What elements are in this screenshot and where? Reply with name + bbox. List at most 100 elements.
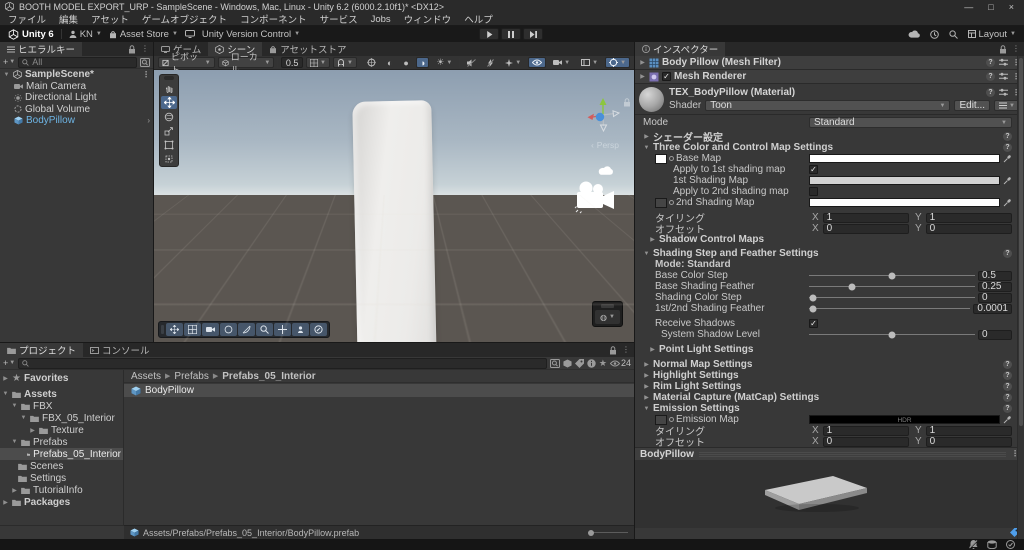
scrollbar-thumb[interactable] [1019, 58, 1023, 426]
step-button[interactable] [523, 28, 543, 40]
eyedropper-icon[interactable] [1003, 176, 1012, 185]
hidden-count[interactable]: 24 [609, 358, 631, 368]
system-shadow-level-field[interactable]: 0 [978, 329, 1012, 340]
menu-jobs[interactable]: Jobs [371, 14, 391, 25]
kebab-menu-icon[interactable]: ⋮ [622, 346, 630, 354]
hierarchy-item-directional-light[interactable]: Directional Light [0, 92, 153, 104]
zoom-overlay-button[interactable] [256, 323, 273, 336]
info-icon[interactable] [587, 358, 596, 368]
tree-prefabs05-interior[interactable]: Prefabs_05_Interior [0, 448, 123, 460]
emission-tiling-x-field[interactable]: 1 [822, 425, 909, 436]
base-shading-feather-field[interactable]: 0.25 [978, 281, 1012, 292]
perspective-label[interactable]: ‹ Persp [591, 140, 619, 150]
base-color-step-field[interactable]: 0.5 [978, 270, 1012, 281]
view-tool-button[interactable] [161, 82, 177, 95]
search-by-type-icon[interactable] [140, 57, 150, 67]
tree-tutorialinfo[interactable]: ▶ TutorialInfo [0, 484, 123, 496]
presets-icon[interactable] [999, 72, 1008, 81]
shader-edit-button[interactable]: Edit... [954, 100, 991, 111]
menu-edit[interactable]: 編集 [59, 12, 78, 26]
crumb-current[interactable]: Prefabs_05_Interior [222, 371, 315, 382]
layout-dropdown[interactable]: Layout ▼ [967, 29, 1016, 40]
scene-light-dropdown[interactable]: ☀ ▼ [432, 57, 456, 68]
offset-y-field[interactable]: 0 [925, 223, 1012, 234]
gizmos-dropdown[interactable]: ▼ [605, 57, 631, 68]
1st-2nd-shading-feather-field[interactable]: 0.0001 [973, 303, 1012, 314]
object-picker-icon[interactable] [669, 200, 674, 205]
version-control-dropdown[interactable]: Unity Version Control ▼ [202, 29, 300, 40]
favorites-star-icon[interactable]: ★ [599, 358, 607, 369]
mode-dropdown[interactable]: Standard ▼ [809, 117, 1012, 128]
account-dropdown[interactable]: KN ▼ [69, 29, 102, 40]
emission-color-field[interactable]: HDR [809, 415, 1000, 424]
base-shading-feather-slider[interactable] [809, 282, 975, 292]
help-icon[interactable]: ? [1003, 371, 1012, 380]
lighting-overlay-button[interactable] [238, 323, 255, 336]
overlay-grip[interactable] [161, 325, 164, 334]
lighting-toggle-icon[interactable]: ● [399, 57, 412, 68]
rotate-overlay-button[interactable] [220, 323, 237, 336]
2nd-shading-color-field[interactable] [809, 198, 1000, 207]
progress-ok-icon[interactable] [1006, 540, 1015, 549]
rendering-debug-icon[interactable]: ◑ [415, 57, 430, 68]
overlay-grip[interactable] [601, 304, 614, 308]
pivot-dropdown[interactable]: ピボット▼ [158, 52, 215, 75]
settings-overlay-button[interactable] [292, 323, 309, 336]
kebab-menu-icon[interactable]: ⋮ [141, 45, 149, 53]
scene-kebab-icon[interactable]: ⋮ [142, 70, 150, 79]
crumb-prefabs[interactable]: Prefabs [174, 371, 208, 382]
help-icon[interactable]: ? [1003, 360, 1012, 369]
eyedropper-icon[interactable] [1003, 415, 1012, 424]
snap-increment-dropdown[interactable]: ▼ [333, 57, 357, 68]
menu-file[interactable]: ファイル [8, 12, 46, 26]
preview-header[interactable]: BodyPillow ⋮ [635, 447, 1024, 460]
tree-assets[interactable]: ▼ Assets [0, 388, 123, 400]
1st-2nd-shading-feather-slider[interactable] [809, 304, 971, 314]
view-lock-icon[interactable] [623, 98, 631, 107]
hierarchy-item-main-camera[interactable]: Main Camera [0, 81, 153, 93]
add-object-button[interactable]: + ▼ [3, 57, 15, 67]
tree-scenes[interactable]: Scenes [0, 460, 123, 472]
help-icon[interactable]: ? [1003, 382, 1012, 391]
rect-tool-button[interactable] [161, 138, 177, 151]
tree-texture[interactable]: ▶ Texture [0, 424, 123, 436]
mesh-renderer-header[interactable]: ▶ ✓ Mesh Renderer ? ⋮ [635, 70, 1024, 84]
create-asset-button[interactable]: + ▼ [3, 358, 15, 368]
asset-store-dropdown[interactable]: Asset Store ▼ [109, 29, 178, 40]
component-tools-dropdown[interactable]: ▼ [577, 57, 602, 68]
pan-overlay-button[interactable] [274, 323, 291, 336]
cloud-icon[interactable] [908, 30, 920, 38]
search-in-assets-icon[interactable] [549, 358, 560, 368]
shaded-mode-icon[interactable]: ◐ [383, 57, 396, 68]
notifications-muted-icon[interactable] [969, 540, 978, 549]
receive-shadows-checkbox[interactable]: ✓ [809, 319, 818, 328]
section-three-color[interactable]: ▼ Three Color and Control Map Settings? [635, 142, 1024, 153]
help-icon[interactable]: ? [986, 72, 995, 81]
menu-help[interactable]: ヘルプ [464, 12, 493, 26]
search-label-icon[interactable] [574, 358, 584, 368]
tab-project[interactable]: プロジェクト [0, 343, 84, 357]
audio-mute-icon[interactable] [463, 57, 480, 68]
section-shadow-control-maps[interactable]: ▶ Shadow Control Maps [635, 234, 1024, 245]
tree-fbx05-interior[interactable]: ▼ FBX_05_Interior [0, 412, 123, 424]
thumbnail-zoom-slider[interactable] [588, 529, 628, 536]
transform-tool-button[interactable] [161, 152, 177, 165]
hierarchy-scene-row[interactable]: ▼ SampleScene* ⋮ [0, 69, 153, 81]
camera-preview-overlay[interactable]: ◍ ▼ [592, 301, 623, 327]
section-rim-light[interactable]: ▶ Rim Light Settings? [635, 381, 1024, 392]
crumb-assets[interactable]: Assets [131, 371, 161, 382]
tab-console[interactable]: コンソール [83, 343, 157, 357]
grid-overlay-button[interactable] [184, 323, 201, 336]
scale-tool-button[interactable] [161, 124, 177, 137]
tab-inspector[interactable]: インスペクター [635, 42, 726, 56]
1st-shading-color-field[interactable] [809, 176, 1000, 185]
tab-asset-store[interactable]: アセットストア [262, 42, 353, 56]
shader-dropdown[interactable]: Toon ▼ [705, 100, 951, 111]
effects-dropdown[interactable]: ▼ [501, 57, 525, 68]
section-matcap[interactable]: ▶ Material Capture (MatCap) Settings? [635, 392, 1024, 403]
collab-history-button[interactable] [184, 30, 195, 38]
move-overlay-button[interactable] [166, 323, 183, 336]
preview-drag-handle[interactable] [698, 451, 1006, 457]
help-icon[interactable]: ? [986, 88, 995, 97]
section-highlight[interactable]: ▶ Highlight Settings? [635, 370, 1024, 381]
